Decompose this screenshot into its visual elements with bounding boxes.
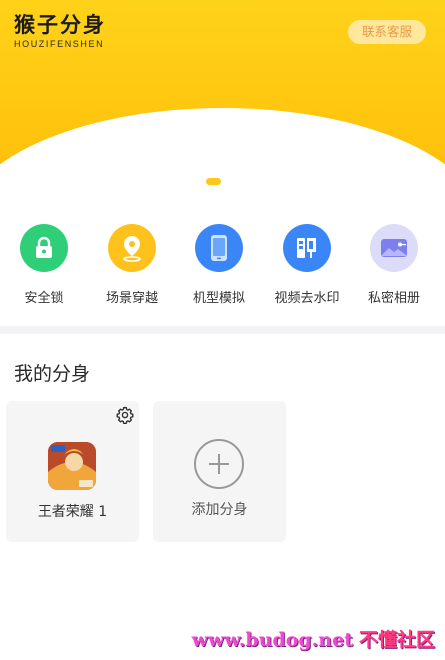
location-pin-icon (108, 224, 156, 272)
feature-label: 机型模拟 (192, 291, 245, 306)
feature-label: 场景穿越 (105, 291, 158, 306)
header-banner: 猴子分身 HOUZIFENSHEN 联系客服 (0, 0, 445, 170)
add-clone-card[interactable]: 添加分身 (153, 401, 286, 542)
section-title: 我的分身 (14, 363, 91, 385)
feature-security-lock[interactable]: 安全锁 (4, 224, 84, 306)
feature-private-album[interactable]: 私密相册 (354, 224, 434, 306)
watermark-url: www.budog.net (191, 629, 353, 651)
contact-support-button[interactable]: 联系客服 (348, 20, 426, 44)
game-app-icon[interactable] (48, 442, 96, 490)
watermark-text: 不懂社区 (358, 629, 435, 651)
carousel-dot-indicator (206, 178, 221, 185)
clone-app-label: 王者荣耀 1 (37, 504, 108, 520)
logo-subtitle: HOUZIFENSHEN (14, 39, 105, 49)
feature-label: 视频去水印 (274, 291, 340, 306)
watermark-stamp-icon (283, 224, 331, 272)
header-curve (0, 108, 445, 170)
clone-card[interactable]: 王者荣耀 1 (6, 401, 139, 542)
add-clone-label: 添加分身 (191, 502, 248, 518)
feature-remove-watermark[interactable]: 视频去水印 (267, 224, 347, 306)
phone-icon (195, 224, 243, 272)
logo-title: 猴子分身 (14, 13, 106, 37)
gear-icon[interactable] (116, 406, 134, 424)
feature-label: 安全锁 (24, 291, 64, 306)
plus-circle-icon (194, 439, 244, 489)
app-logo: 猴子分身 HOUZIFENSHEN (14, 13, 106, 49)
lock-icon (20, 224, 68, 272)
feature-label: 私密相册 (367, 291, 420, 306)
feature-scene-travel[interactable]: 场景穿越 (92, 224, 172, 306)
site-watermark: www.budog.net 不懂社区 (192, 625, 435, 652)
photo-album-icon (370, 224, 418, 272)
feature-device-simulation[interactable]: 机型模拟 (179, 224, 259, 306)
section-divider (0, 326, 445, 334)
feature-grid: 安全锁 场景穿越 机型模拟 视频去水印 私密相册 (0, 224, 445, 310)
